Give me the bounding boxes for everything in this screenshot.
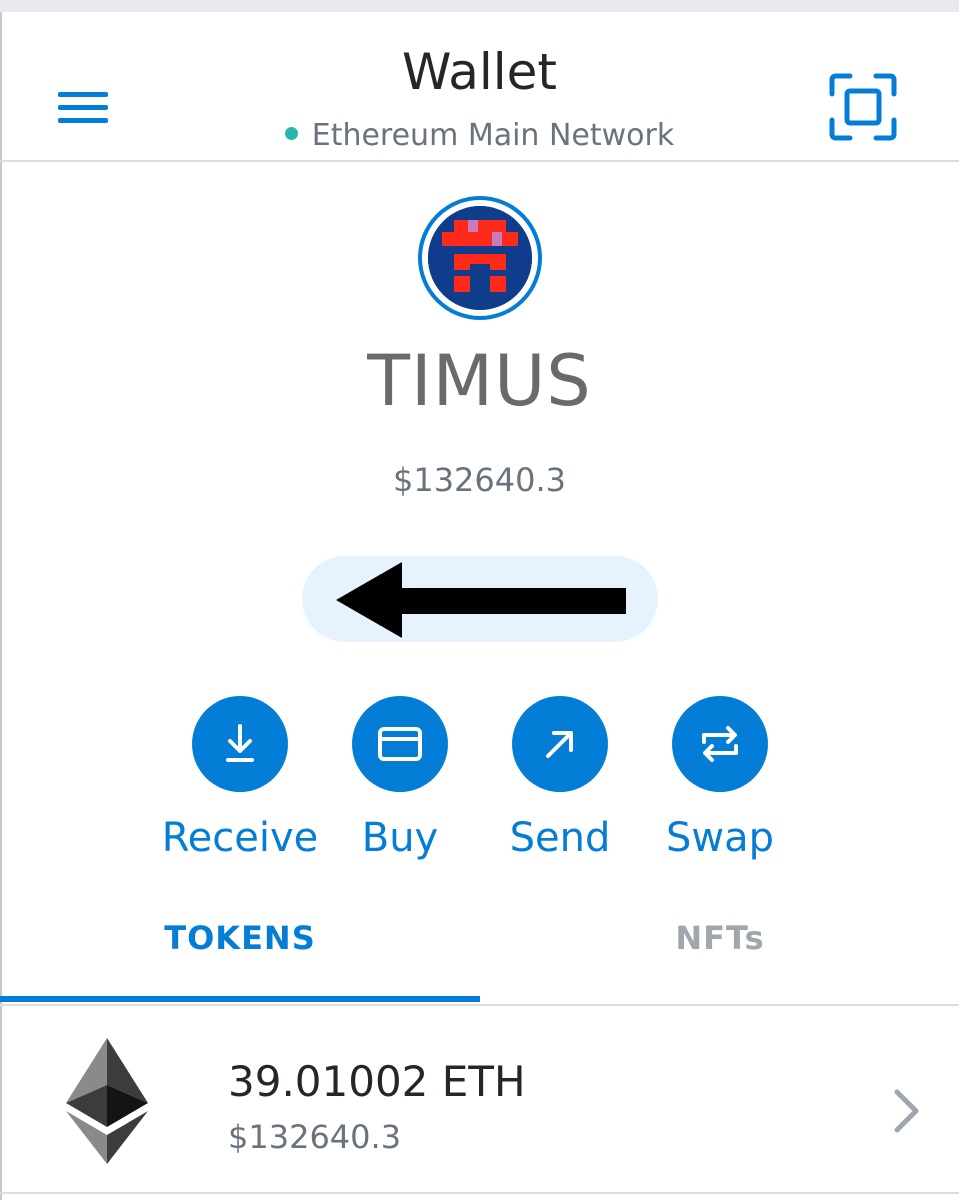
app-header: Wallet Ethereum Main Network [0,12,959,162]
tab-nfts[interactable]: NFTs [480,918,959,958]
arrow-annotation-icon [336,562,626,638]
ethereum-icon [66,1038,148,1164]
send-circle [512,696,608,792]
network-indicator[interactable]: Ethereum Main Network [0,116,959,156]
account-name[interactable]: TIMUS [0,336,959,426]
receive-circle [192,696,288,792]
buy-label: Buy [361,815,439,861]
asset-tabs: TOKENS NFTs [0,900,959,1006]
swap-circle [672,696,768,792]
buy-circle [352,696,448,792]
action-buttons: Receive Buy Send Swap [0,696,959,876]
network-status-dot [284,127,298,140]
arrow-up-right-icon [546,731,573,758]
menu-icon-bar [58,105,108,110]
token-amount: 39.01002 ETH [228,1057,526,1106]
buy-button[interactable]: Buy [310,696,490,864]
token-fiat-value: $132640.3 [228,1118,402,1156]
account-avatar[interactable] [418,196,542,320]
page-title: Wallet [401,43,558,101]
account-balance: $132640.3 [392,461,567,499]
swap-label: Swap [665,815,774,861]
card-icon [378,727,422,761]
download-icon [226,724,254,762]
receive-label: Receive [161,815,319,861]
active-tab-indicator [0,996,480,1002]
qr-scan-button[interactable] [828,72,898,142]
send-button[interactable]: Send [470,696,650,864]
scan-icon [829,73,897,141]
network-name: Ethereum Main Network [311,118,675,153]
send-label: Send [509,815,611,861]
receive-button[interactable]: Receive [150,696,330,864]
chevron-right-icon [894,1089,919,1133]
avatar-identicon [428,206,532,310]
tab-tokens[interactable]: TOKENS [0,918,480,958]
swap-icon [702,726,738,762]
swap-button[interactable]: Swap [630,696,810,864]
token-list-item[interactable]: 39.01002 ETH $132640.3 [0,1008,959,1194]
status-bar-strip [0,0,959,12]
